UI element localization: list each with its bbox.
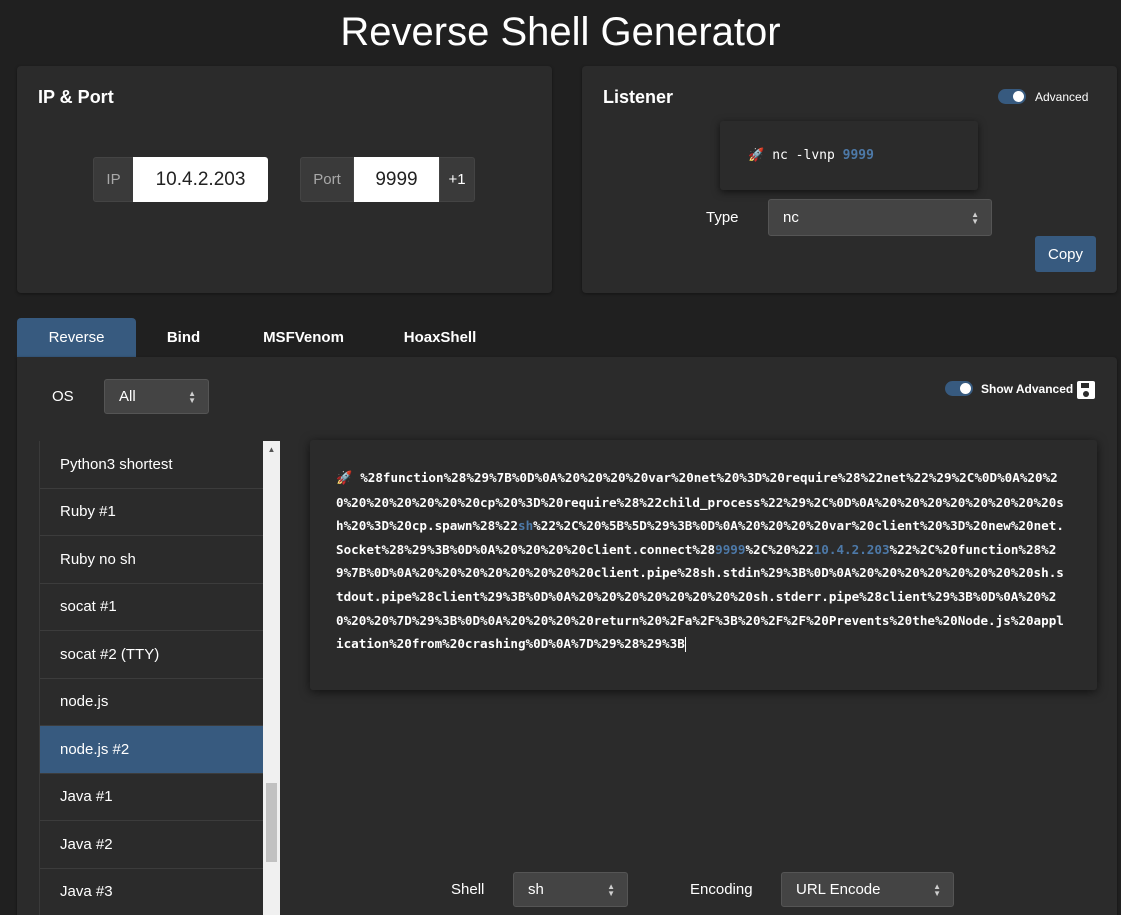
list-item[interactable]: Python3 shortest — [40, 441, 263, 489]
os-select-value: All — [119, 388, 136, 405]
port-increment-button[interactable]: +1 — [439, 157, 475, 202]
payload-segment: %2C%20%22 — [745, 541, 814, 557]
page-title: Reverse Shell Generator — [340, 10, 781, 54]
shell-list-scrollbar[interactable]: ▲ — [263, 441, 280, 915]
select-arrows-icon: ▲ ▼ — [933, 881, 941, 898]
ip-port-panel: IP & Port IP 10.4.2.203 Port 9999 +1 — [17, 66, 552, 293]
advanced-label: Advanced — [1035, 90, 1089, 104]
list-item[interactable]: Ruby no sh — [40, 536, 263, 584]
advanced-toggle[interactable] — [998, 89, 1026, 104]
os-label: OS — [52, 388, 74, 405]
list-item[interactable]: node.js — [40, 679, 263, 726]
tab-hoaxshell[interactable]: HoaxShell — [376, 318, 504, 357]
ip-port-title: IP & Port — [38, 87, 114, 107]
show-advanced-toggle[interactable] — [945, 381, 973, 396]
listener-command: 🚀 nc -lvnp 9999 — [720, 121, 978, 190]
rocket-icon: 🚀 — [748, 148, 765, 163]
type-label: Type — [706, 209, 739, 226]
listener-command-prefix: nc -lvnp — [772, 148, 835, 163]
list-item[interactable]: socat #1 — [40, 584, 263, 631]
select-arrows-icon: ▲ ▼ — [971, 209, 979, 226]
port-label: Port — [300, 157, 354, 202]
list-item[interactable]: Java #1 — [40, 774, 263, 821]
shell-select[interactable]: sh ▲ ▼ — [513, 872, 628, 907]
shell-label: Shell — [451, 881, 485, 898]
list-item[interactable]: Java #3 — [40, 869, 263, 915]
scroll-up-icon[interactable]: ▲ — [263, 441, 280, 458]
save-icon[interactable] — [1077, 381, 1095, 399]
payload-text[interactable]: 🚀 %28function%28%29%7B%0D%0A%20%20%20%20v… — [336, 466, 1069, 656]
select-arrows-icon: ▲ ▼ — [607, 881, 615, 898]
port-input[interactable]: 9999 — [354, 157, 439, 202]
scrollbar-thumb[interactable] — [266, 783, 277, 862]
list-item[interactable]: socat #2 (TTY) — [40, 631, 263, 679]
ip-input[interactable]: 10.4.2.203 — [133, 157, 268, 202]
shell-list: Python3 shortest Ruby #1 Ruby no sh soca… — [39, 441, 263, 915]
type-select-value: nc — [783, 209, 799, 226]
payload-port: 9999 — [715, 541, 746, 557]
reverse-shell-panel: OS All ▲ ▼ Show Advanced Python3 shortest… — [17, 357, 1117, 915]
list-item-selected[interactable]: node.js #2 — [40, 726, 263, 774]
select-arrows-icon: ▲ ▼ — [188, 388, 196, 405]
tab-bind[interactable]: Bind — [136, 318, 231, 357]
copy-listener-button[interactable]: Copy — [1035, 236, 1096, 272]
listener-title: Listener — [603, 87, 674, 107]
shell-select-value: sh — [528, 881, 544, 898]
os-select[interactable]: All ▲ ▼ — [104, 379, 209, 414]
encoding-select[interactable]: URL Encode ▲ ▼ — [781, 872, 954, 907]
tab-reverse[interactable]: Reverse — [17, 318, 136, 357]
list-item[interactable]: Ruby #1 — [40, 489, 263, 536]
payload-ip: 10.4.2.203 — [813, 541, 890, 557]
payload-box[interactable]: 🚀 %28function%28%29%7B%0D%0A%20%20%20%20v… — [310, 440, 1097, 690]
listener-command-port: 9999 — [842, 148, 874, 163]
type-select[interactable]: nc ▲ ▼ — [768, 199, 992, 236]
show-advanced-label: Show Advanced — [981, 382, 1074, 396]
listener-panel: Listener Advanced 🚀 nc -lvnp 9999 Type n… — [582, 66, 1117, 293]
tab-msfvenom[interactable]: MSFVenom — [231, 318, 376, 357]
encoding-select-value: URL Encode — [796, 881, 881, 898]
ip-label: IP — [93, 157, 134, 202]
list-item[interactable]: Java #2 — [40, 821, 263, 869]
payload-shell: sh — [517, 518, 534, 534]
payload-segment: %22%2C%20function%28%29%7B%0D%0A%20%20%2… — [336, 541, 1064, 652]
rocket-icon: 🚀 — [336, 471, 353, 486]
encoding-label: Encoding — [690, 881, 753, 898]
text-caret — [684, 637, 686, 653]
